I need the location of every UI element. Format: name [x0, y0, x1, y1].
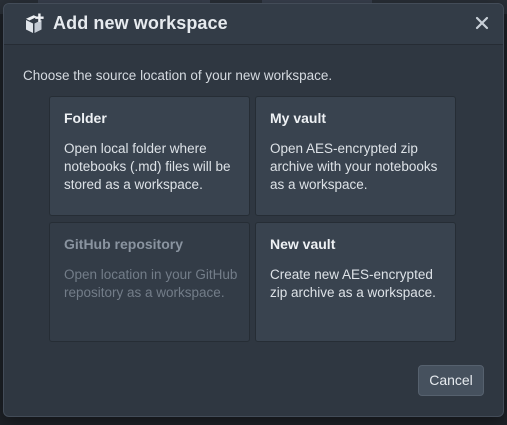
option-description: Open local folder where notebooks (.md) …: [64, 141, 231, 192]
option-my-vault[interactable]: My vault Open AES-encrypted zip archive …: [255, 96, 456, 216]
box-plus-icon: [26, 13, 44, 33]
option-description: Open location in your GitHub repository …: [64, 267, 238, 300]
add-workspace-dialog: Add new workspace Choose the source loca…: [3, 3, 504, 417]
cancel-button[interactable]: Cancel: [418, 365, 484, 396]
option-title: New vault: [270, 236, 336, 252]
option-title: GitHub repository: [64, 236, 184, 252]
dialog-header: Add new workspace: [4, 4, 503, 45]
dialog-title: Add new workspace: [53, 13, 228, 33]
option-new-vault[interactable]: New vault Create new AES-encrypted zip a…: [255, 222, 456, 342]
option-github-repository: GitHub repository Open location in your …: [49, 222, 250, 342]
option-title: My vault: [270, 110, 327, 126]
dialog-prompt: Choose the source location of your new w…: [23, 68, 333, 83]
option-folder[interactable]: Folder Open local folder where notebooks…: [49, 96, 250, 216]
option-title: Folder: [64, 110, 107, 126]
close-icon[interactable]: [473, 14, 491, 32]
option-description: Open AES-encrypted zip archive with your…: [270, 141, 438, 192]
option-description: Create new AES-encrypted zip archive as …: [270, 267, 436, 300]
